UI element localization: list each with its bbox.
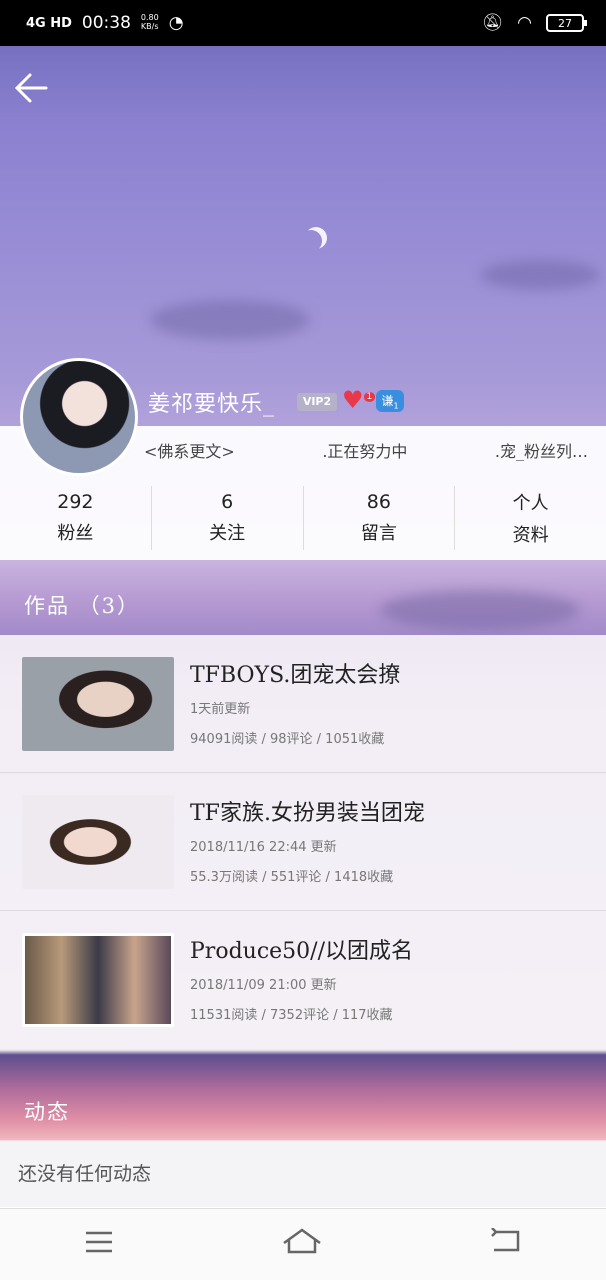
network-indicator: 4G HD — [26, 15, 72, 31]
status-time: 00:38 — [81, 13, 131, 33]
work-title: TFBOYS.团宠太会撩 — [190, 663, 401, 688]
work-cover-image — [22, 657, 174, 751]
work-title: TF家族.女扮男装当团宠 — [190, 801, 425, 826]
work-cover-image — [22, 795, 174, 889]
status-bar: 4G HD 00:38 0.80 KB/s ◔ 🔕︎ ◠ 27 — [0, 0, 606, 46]
cloud-decoration — [150, 300, 310, 340]
stat-label: 粉丝 — [57, 523, 94, 544]
profile-tagline: <佛系更文> .正在努力中 .宠_粉丝列… — [144, 438, 588, 462]
work-updated: 2018/11/16 22:44 更新 — [190, 840, 337, 855]
tagline-part: <佛系更文> — [144, 442, 235, 461]
battery-level: 27 — [558, 16, 572, 30]
mute-bell-icon: 🔕︎ — [481, 13, 504, 33]
system-nav-bar — [0, 1208, 606, 1280]
stat-profile-info[interactable]: 个人 资料 — [455, 486, 606, 550]
cloud-decoration — [380, 590, 580, 630]
battery-icon: 27 — [546, 14, 587, 32]
medal-count: 1 — [393, 401, 399, 411]
stat-value: 6 — [221, 491, 234, 513]
speed-value: 0.80 — [140, 13, 159, 23]
heart-badge-icon[interactable]: ♥ 1 — [342, 386, 376, 414]
app-notification-icon: ◔ — [168, 13, 184, 33]
tagline-part: .宠_粉丝列… — [494, 442, 588, 461]
medal-label: 谦 — [381, 394, 394, 408]
work-stats: 55.3万阅读 / 551评论 / 1418收藏 — [190, 870, 394, 885]
list-item[interactable]: Produce50//以团成名 2018/11/09 21:00 更新 1153… — [0, 911, 606, 1049]
stat-label: 个人 — [512, 493, 549, 514]
network-speed: 0.80 KB/s — [140, 13, 159, 32]
speed-unit: KB/s — [140, 22, 159, 31]
work-updated: 1天前更新 — [190, 702, 251, 717]
stat-label: 关注 — [209, 523, 246, 544]
works-list: TFBOYS.团宠太会撩 1天前更新 94091阅读 / 98评论 / 1051… — [0, 635, 606, 1049]
home-icon[interactable] — [281, 1227, 323, 1263]
wifi-icon: ◠ — [517, 13, 532, 33]
work-updated: 2018/11/09 21:00 更新 — [190, 978, 337, 993]
work-stats: 11531阅读 / 7352评论 / 117收藏 — [190, 1008, 393, 1023]
dynamics-empty-text: 还没有任何动态 — [0, 1141, 606, 1207]
work-stats: 94091阅读 / 98评论 / 1051收藏 — [190, 732, 385, 747]
return-icon[interactable] — [490, 1227, 522, 1262]
vip-badge[interactable]: VIP2 — [297, 393, 337, 411]
heart-badge-count: 1 — [363, 392, 376, 402]
list-item[interactable]: TF家族.女扮男装当团宠 2018/11/16 22:44 更新 55.3万阅读… — [0, 773, 606, 911]
menu-icon[interactable] — [84, 1227, 114, 1262]
stat-label: 资料 — [512, 525, 549, 546]
works-section-title: 作品 （3） — [24, 594, 141, 618]
list-item[interactable]: TFBOYS.团宠太会撩 1天前更新 94091阅读 / 98评论 / 1051… — [0, 635, 606, 773]
username: 姜祁要快乐_ — [148, 392, 276, 417]
stat-value: 86 — [366, 491, 391, 513]
avatar[interactable] — [20, 358, 138, 476]
stat-messages[interactable]: 86 留言 — [304, 486, 456, 550]
tagline-part: .正在努力中 — [322, 442, 408, 461]
dynamics-section-title: 动态 — [24, 1100, 70, 1124]
work-cover-image — [22, 933, 174, 1027]
work-title: Produce50//以团成名 — [190, 939, 413, 964]
profile-stats: 292 粉丝 6 关注 86 留言 个人 资料 — [0, 486, 606, 550]
stat-following[interactable]: 6 关注 — [152, 486, 304, 550]
cloud-decoration — [480, 260, 600, 290]
stat-label: 留言 — [360, 523, 397, 544]
stat-fans[interactable]: 292 粉丝 — [0, 486, 152, 550]
back-arrow-icon[interactable] — [12, 68, 52, 108]
moon-icon — [300, 230, 322, 252]
stat-value: 292 — [57, 491, 94, 513]
medal-badge-icon[interactable]: 谦1 — [376, 390, 404, 412]
